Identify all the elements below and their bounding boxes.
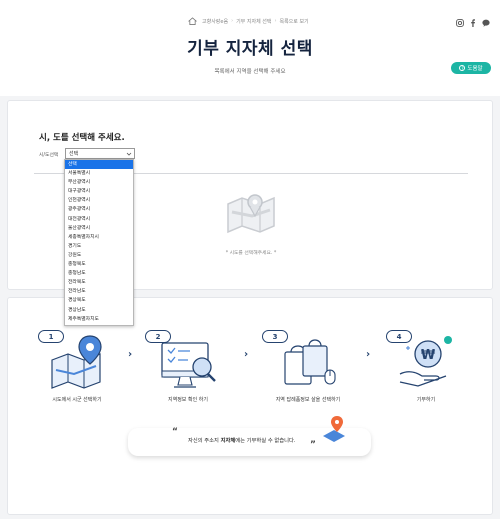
quote-close-icon: ”: [310, 440, 316, 450]
province-dropdown-list[interactable]: 선택 서울특별시 부산광역시 대구광역시 인천광역시 광주광역시 대전광역시 울…: [64, 159, 134, 326]
svg-text:₩: ₩: [421, 348, 436, 363]
province-option[interactable]: 서울특별시: [65, 169, 133, 178]
province-option[interactable]: 강원도: [65, 251, 133, 260]
breadcrumb-separator: ›: [231, 18, 234, 24]
province-select[interactable]: 선택: [65, 148, 135, 159]
province-option[interactable]: 경기도: [65, 242, 133, 251]
province-option[interactable]: 대구광역시: [65, 187, 133, 196]
province-option[interactable]: 경상북도: [65, 296, 133, 305]
province-option[interactable]: 충청북도: [65, 260, 133, 269]
province-option[interactable]: 대전광역시: [65, 215, 133, 224]
home-icon[interactable]: [188, 17, 197, 25]
map-pin-icon: [51, 335, 102, 389]
location-pin-icon: [323, 416, 345, 442]
breadcrumb-item-list[interactable]: 목록으로 보기: [279, 18, 308, 25]
monitor-search-icon: [161, 342, 216, 388]
province-option[interactable]: 전라북도: [65, 278, 133, 287]
select-value: 선택: [69, 151, 79, 157]
province-option[interactable]: 부산광역시: [65, 178, 133, 187]
step-caption: 지역정보 확인 하기: [168, 397, 208, 403]
social-links: [455, 18, 490, 27]
help-icon: ?: [459, 65, 466, 71]
chat-icon[interactable]: [481, 18, 490, 27]
facebook-icon[interactable]: [468, 18, 477, 27]
breadcrumb-separator: ›: [274, 18, 277, 24]
step-caption: 시도에서 시군 선택하기: [52, 397, 102, 403]
chevron-right-icon: ›: [128, 349, 133, 360]
province-option[interactable]: 제주특별자치도: [65, 315, 133, 324]
help-button[interactable]: ? 도움말: [451, 62, 491, 74]
province-option[interactable]: 세종특별자치시: [65, 233, 133, 242]
step-caption: 기부하기: [416, 397, 436, 403]
province-option[interactable]: 광주광역시: [65, 205, 133, 214]
instagram-icon[interactable]: [455, 18, 464, 27]
quote-open-icon: “: [172, 427, 178, 437]
map-placeholder-icon: [227, 194, 275, 234]
province-option[interactable]: 전라남도: [65, 287, 133, 296]
breadcrumb: 고향사랑e음 › 기부 지자체 선택 › 목록으로 보기: [188, 17, 309, 25]
breadcrumb-item-home[interactable]: 고향사랑e음: [202, 18, 228, 25]
province-option[interactable]: 인천광역시: [65, 196, 133, 205]
page-title: 기부 지자체 선택: [187, 39, 313, 59]
province-option[interactable]: 울산광역시: [65, 224, 133, 233]
province-option[interactable]: 경상남도: [65, 306, 133, 315]
breadcrumb-item-select[interactable]: 기부 지자체 선택: [236, 18, 271, 25]
chevron-right-icon: ›: [244, 349, 249, 360]
select-heading: 시, 도를 선택해 주세요.: [39, 133, 125, 143]
step-caption: 지역 답례품정보 살을 선택하기: [275, 397, 341, 403]
page-header: 고향사랑e음 › 기부 지자체 선택 › 목록으로 보기 기부 지자체 선택 목…: [0, 0, 500, 96]
province-option[interactable]: 선택: [65, 160, 133, 170]
chevron-right-icon: ›: [366, 349, 371, 360]
page-subtitle: 목록에서 지역을 선택해 주세요: [214, 69, 286, 75]
select-label: 시/도선택: [39, 153, 59, 158]
chevron-down-icon: [126, 152, 132, 156]
province-option[interactable]: 충청남도: [65, 269, 133, 278]
shopping-bag-icon: [284, 339, 336, 385]
help-button-label: 도움말: [467, 66, 483, 72]
donate-hand-icon: ₩: [399, 336, 452, 387]
